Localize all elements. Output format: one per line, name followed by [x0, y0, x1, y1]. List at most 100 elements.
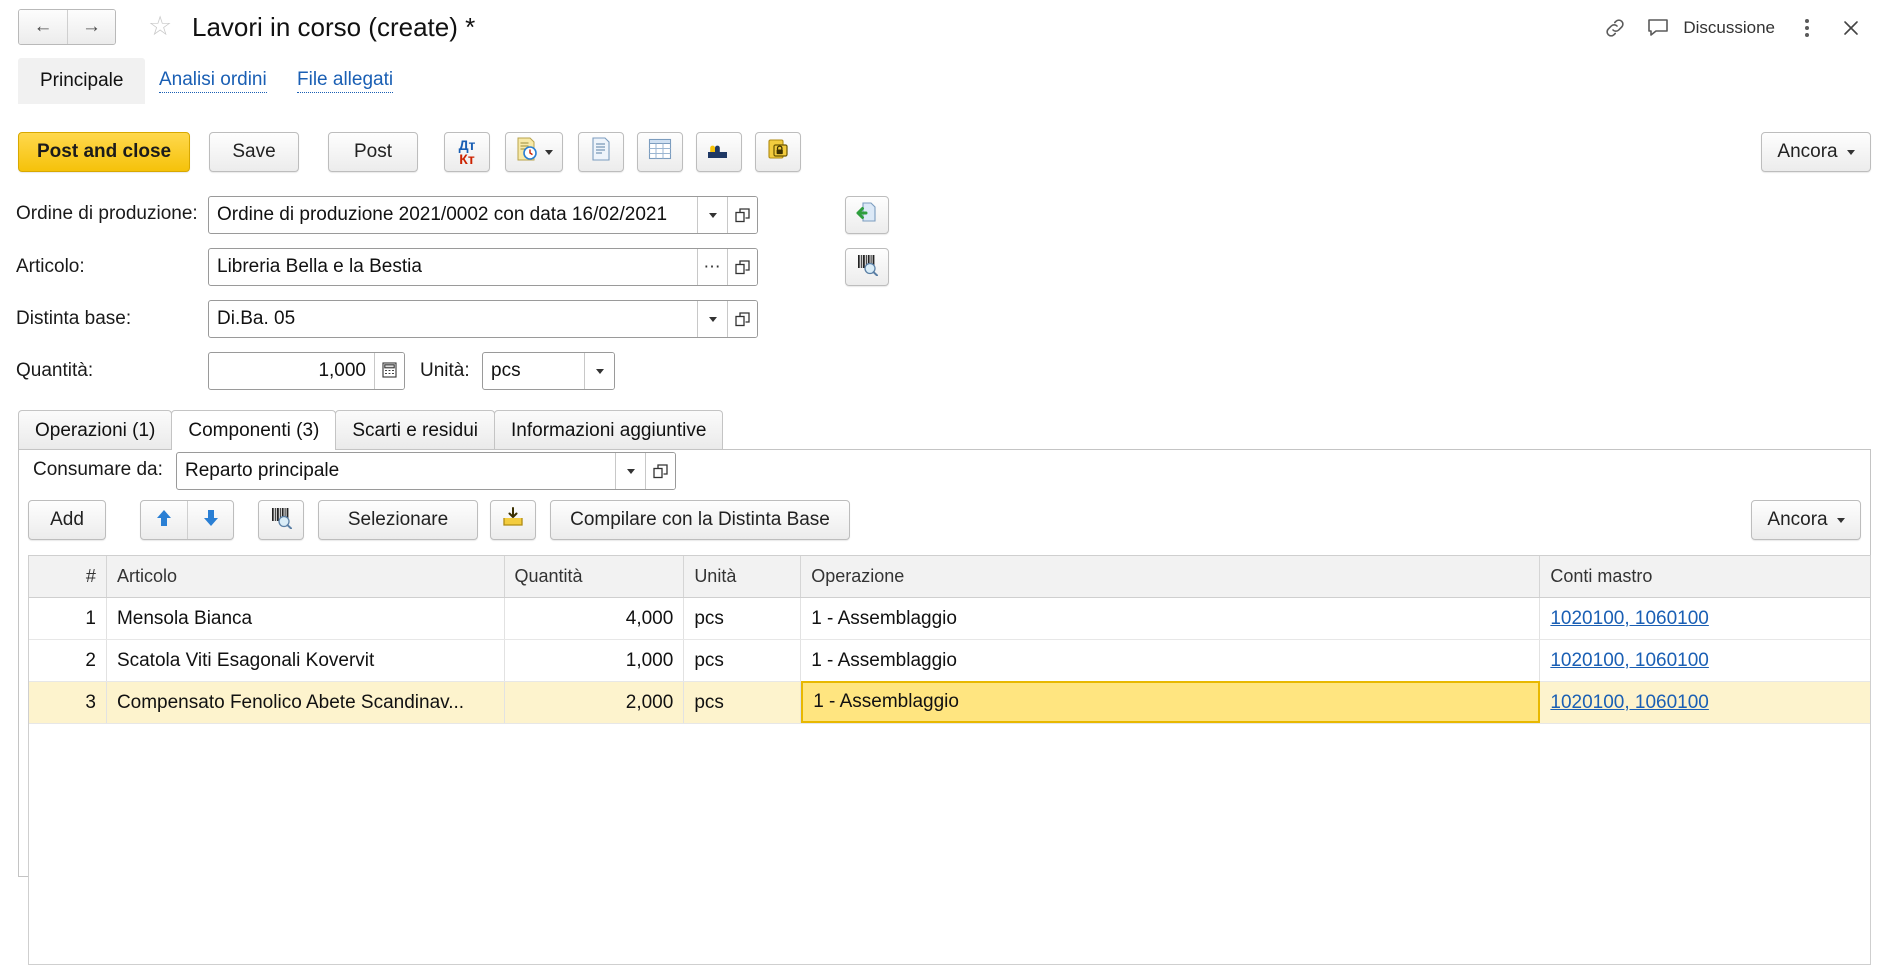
tab-analisi-ordini-label: Analisi ordini	[159, 69, 267, 93]
column-header-operazione[interactable]: Operazione	[801, 556, 1541, 597]
cell-conti-mastro[interactable]: 1020100, 1060100	[1540, 640, 1870, 681]
column-header-quantita[interactable]: Quantità	[505, 556, 685, 597]
column-header-unita[interactable]: Unità	[684, 556, 802, 597]
fill-from-document-button[interactable]	[845, 196, 889, 234]
select-button[interactable]: Selezionare	[318, 500, 478, 540]
cell-quantita[interactable]: 1,000	[505, 640, 685, 681]
tab-componenti[interactable]: Componenti (3)	[171, 410, 337, 450]
cell-operazione[interactable]: 1 - Assemblaggio	[801, 640, 1541, 681]
tab-file-allegati[interactable]: File allegati	[275, 58, 415, 104]
cell-index: 2	[29, 640, 107, 681]
spreadsheet-button[interactable]	[637, 132, 683, 172]
quantity-value[interactable]: 1,000	[209, 353, 374, 389]
bom-value[interactable]: Di.Ba. 05	[209, 301, 697, 337]
cell-index: 1	[29, 598, 107, 639]
consume-from-label: Consumare da:	[33, 459, 163, 480]
quantity-field[interactable]: 1,000	[208, 352, 405, 390]
barcode-scan-button-item[interactable]	[845, 248, 889, 286]
post-button[interactable]: Post	[328, 132, 418, 172]
forward-button[interactable]: →	[67, 10, 115, 44]
back-button[interactable]: ←	[19, 10, 67, 44]
barcode-scan-button-grid[interactable]	[258, 500, 304, 540]
add-button[interactable]: Add	[28, 500, 106, 540]
quantity-label: Quantità:	[16, 360, 94, 381]
grid-empty-area[interactable]	[29, 724, 1870, 964]
unit-value[interactable]: pcs	[483, 353, 584, 389]
cell-unita[interactable]: pcs	[684, 682, 802, 723]
cell-articolo[interactable]: Scatola Viti Esagonali Kovervit	[107, 640, 505, 681]
bom-field[interactable]: Di.Ba. 05	[208, 300, 758, 338]
tab-componenti-label: Componenti (3)	[188, 419, 320, 441]
fill-in-button[interactable]	[490, 500, 536, 540]
cell-unita[interactable]: pcs	[684, 598, 802, 639]
tab-operazioni[interactable]: Operazioni (1)	[18, 410, 173, 450]
item-field[interactable]: Libreria Bella e la Bestia ⋯	[208, 248, 758, 286]
caret-down-icon	[708, 316, 717, 322]
unit-field[interactable]: pcs	[482, 352, 615, 390]
locked-print-button[interactable]	[755, 132, 801, 172]
cell-unita[interactable]: pcs	[684, 640, 802, 681]
cell-conti-mastro[interactable]: 1020100, 1060100	[1540, 682, 1870, 723]
more-button-grid[interactable]: Ancora	[1751, 500, 1861, 540]
item-label: Articolo:	[16, 256, 85, 277]
report-clock-button[interactable]	[505, 132, 563, 172]
move-down-button[interactable]	[187, 501, 233, 539]
consume-from-value[interactable]: Reparto principale	[177, 453, 615, 489]
tab-scarti-e-residui[interactable]: Scarti e residui	[335, 410, 496, 450]
tab-analisi-ordini[interactable]: Analisi ordini	[137, 58, 289, 104]
speech-bubble-icon[interactable]	[1637, 9, 1681, 47]
conti-mastro-link[interactable]: 1020100, 1060100	[1550, 608, 1709, 630]
column-header-articolo[interactable]: Articolo	[107, 556, 505, 597]
save-button[interactable]: Save	[209, 132, 299, 172]
column-header-conti-mastro[interactable]: Conti mastro	[1540, 556, 1870, 597]
cell-conti-mastro[interactable]: 1020100, 1060100	[1540, 598, 1870, 639]
column-header-index[interactable]: #	[29, 556, 107, 597]
table-row[interactable]: 1 Mensola Bianca 4,000 pcs 1 - Assemblag…	[29, 598, 1870, 640]
debit-credit-button[interactable]: Дт Кт	[444, 132, 490, 172]
bom-dropdown-button[interactable]	[697, 301, 727, 337]
cell-articolo[interactable]: Mensola Bianca	[107, 598, 505, 639]
table-row[interactable]: 3 Compensato Fenolico Abete Scandinav...…	[29, 681, 1870, 724]
item-open-button[interactable]	[727, 249, 757, 285]
close-icon[interactable]	[1829, 9, 1873, 47]
order-open-button[interactable]	[727, 197, 757, 233]
cell-operazione[interactable]: 1 - Assemblaggio	[801, 598, 1541, 639]
fill-with-bom-button[interactable]: Compilare con la Distinta Base	[550, 500, 850, 540]
order-dropdown-button[interactable]	[697, 197, 727, 233]
conti-mastro-link[interactable]: 1020100, 1060100	[1550, 650, 1709, 672]
consume-from-dropdown-button[interactable]	[615, 453, 645, 489]
tab-file-allegati-label: File allegati	[297, 69, 394, 93]
star-icon[interactable]: ☆	[148, 12, 178, 42]
cell-operazione-selected[interactable]: 1 - Assemblaggio	[801, 681, 1541, 723]
more-button-top[interactable]: Ancora	[1761, 132, 1871, 172]
tab-principale[interactable]: Principale	[18, 58, 146, 104]
title-bar-actions: Discussione	[1593, 9, 1873, 47]
calculator-button[interactable]	[374, 353, 404, 389]
consume-from-field[interactable]: Reparto principale	[176, 452, 676, 490]
cell-quantita[interactable]: 4,000	[505, 598, 685, 639]
debit-credit-icon: Дт Кт	[458, 137, 476, 167]
cell-quantita[interactable]: 2,000	[505, 682, 685, 723]
arrow-up-icon	[155, 508, 173, 533]
puzzle-button[interactable]	[696, 132, 742, 172]
cell-articolo[interactable]: Compensato Fenolico Abete Scandinav...	[107, 682, 505, 723]
barcode-scan-icon	[855, 252, 879, 282]
item-ellipsis-button[interactable]: ⋯	[697, 249, 727, 285]
kebab-menu-icon[interactable]	[1785, 9, 1829, 47]
tab-informazioni-aggiuntive[interactable]: Informazioni aggiuntive	[494, 410, 724, 450]
document-list-icon	[590, 137, 612, 167]
consume-from-open-button[interactable]	[645, 453, 675, 489]
cell-index: 3	[29, 682, 107, 723]
unit-dropdown-button[interactable]	[584, 353, 614, 389]
conti-mastro-link[interactable]: 1020100, 1060100	[1550, 692, 1709, 714]
link-icon[interactable]	[1593, 9, 1637, 47]
post-and-close-button[interactable]: Post and close	[18, 132, 191, 172]
order-field[interactable]: Ordine di produzione 2021/0002 con data …	[208, 196, 758, 234]
order-value[interactable]: Ordine di produzione 2021/0002 con data …	[209, 197, 697, 233]
item-value[interactable]: Libreria Bella e la Bestia	[209, 249, 697, 285]
table-row[interactable]: 2 Scatola Viti Esagonali Kovervit 1,000 …	[29, 640, 1870, 682]
bom-open-button[interactable]	[727, 301, 757, 337]
discussion-label[interactable]: Discussione	[1681, 18, 1785, 38]
document-list-button[interactable]	[578, 132, 624, 172]
move-up-button[interactable]	[141, 501, 187, 539]
